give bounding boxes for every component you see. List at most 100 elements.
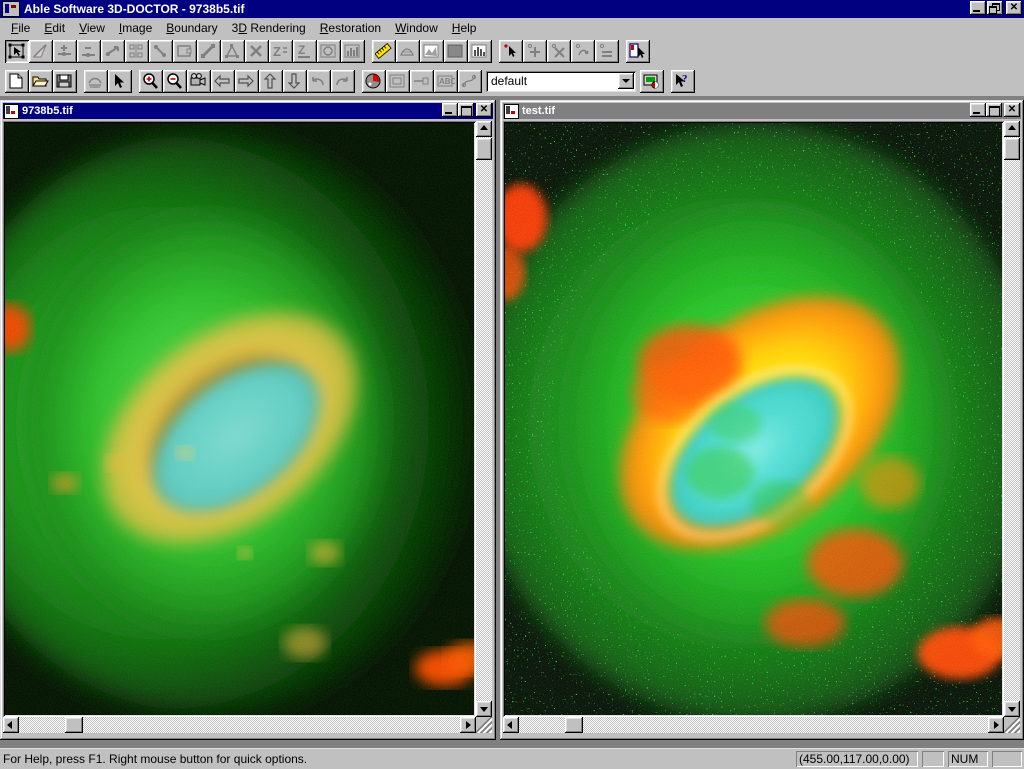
scroll-up-button[interactable] — [476, 121, 492, 137]
menu-boundary[interactable]: Boundary — [159, 19, 224, 37]
app-icon — [2, 1, 20, 17]
redo-button[interactable] — [331, 69, 355, 93]
delete-point-tool[interactable] — [77, 40, 101, 63]
menu-help[interactable]: Help — [445, 19, 484, 37]
child-window-test: test.tif ✕ — [500, 100, 1024, 740]
new-button[interactable] — [5, 69, 29, 93]
resize-grip-9738b5[interactable] — [476, 717, 492, 733]
scroll-up-button[interactable] — [1004, 121, 1020, 137]
status-help-pane: For Help, press F1. Right mouse button f… — [0, 750, 770, 768]
edit-marker-tool[interactable] — [571, 40, 595, 63]
close-button[interactable]: ✕ — [1006, 1, 1022, 15]
child-maximize-button[interactable] — [986, 103, 1002, 117]
z-order-down-tool[interactable]: Z — [293, 40, 317, 63]
z-order-up-tool[interactable]: Z — [269, 40, 293, 63]
menu-3d-rendering[interactable]: 3D Rendering — [225, 19, 313, 37]
boundary-preset-combo[interactable]: default — [486, 70, 636, 92]
plot-tool[interactable] — [468, 40, 492, 63]
move-point-tool[interactable] — [101, 40, 125, 63]
polygon-boundary-tool[interactable] — [221, 40, 245, 63]
next-slice-button[interactable] — [235, 69, 259, 93]
zoom-in-button[interactable] — [139, 69, 163, 93]
vertical-scrollbar-test[interactable] — [1004, 121, 1020, 717]
equal-marker-tool[interactable] — [595, 40, 619, 63]
vertical-scrollbar-9738b5[interactable] — [476, 121, 492, 717]
menu-file[interactable]: File — [4, 19, 37, 37]
animate-button[interactable] — [187, 69, 211, 93]
child-close-button[interactable]: ✕ — [1004, 103, 1020, 117]
context-help-button[interactable]: ? — [671, 69, 695, 93]
scroll-left-button[interactable] — [3, 717, 19, 733]
undo-button[interactable] — [307, 69, 331, 93]
add-marker-tool[interactable] — [523, 40, 547, 63]
combo-value: default — [491, 73, 528, 88]
resize-grip-test[interactable] — [1004, 717, 1020, 733]
horizontal-scrollbar-test[interactable] — [503, 717, 1004, 733]
child-minimize-button[interactable] — [970, 103, 986, 117]
child-window-controls-9738b5: ✕ — [442, 103, 492, 117]
delete-boundary-tool[interactable] — [245, 40, 269, 63]
menu-window[interactable]: Window — [388, 19, 445, 37]
menu-restoration[interactable]: Restoration — [313, 19, 388, 37]
menu-edit[interactable]: Edit — [37, 19, 72, 37]
scroll-down-button[interactable] — [476, 701, 492, 717]
shade-render-tool[interactable] — [444, 40, 468, 63]
arrow-select-button[interactable] — [108, 69, 132, 93]
open-button[interactable] — [29, 69, 53, 93]
pick-point-tool[interactable] — [499, 40, 523, 63]
image-select-tool[interactable] — [626, 40, 650, 63]
vector-edit-button[interactable] — [458, 69, 482, 93]
histogram-tool[interactable] — [341, 40, 365, 63]
main-title-bar: Able Software 3D-DOCTOR - 9738b5.tif ✕ — [0, 0, 1024, 18]
crop-button[interactable] — [386, 69, 410, 93]
horizontal-scroll-thumb[interactable] — [65, 717, 83, 733]
menu-bar: File Edit View Image Boundary 3D Renderi… — [0, 18, 1024, 38]
up-slice-button[interactable] — [259, 69, 283, 93]
status-help-text: For Help, press F1. Right mouse button f… — [3, 752, 308, 766]
image-document-icon — [4, 103, 19, 119]
scroll-right-button[interactable] — [460, 717, 476, 733]
mdi-client-area: 9738b5.tif ✕ test.tif ✕ — [0, 96, 1024, 748]
prev-slice-button[interactable] — [211, 69, 235, 93]
image-canvas-test[interactable] — [503, 121, 1004, 717]
split-boundary-tool[interactable] — [125, 40, 149, 63]
status-bar: For Help, press F1. Right mouse button f… — [0, 748, 1024, 769]
child-close-button[interactable]: ✕ — [476, 103, 492, 117]
image-canvas-9738b5[interactable] — [3, 121, 476, 717]
save-button[interactable] — [53, 69, 77, 93]
volume-render-tool[interactable] — [420, 40, 444, 63]
scroll-left-button[interactable] — [503, 717, 519, 733]
menu-image[interactable]: Image — [112, 19, 159, 37]
boundary-frame-tool[interactable] — [317, 40, 341, 63]
text-annotation-button[interactable]: ABC — [434, 69, 458, 93]
horizontal-scroll-thumb[interactable] — [565, 717, 583, 733]
display-settings-button[interactable] — [640, 69, 664, 93]
threshold-button[interactable] — [410, 69, 434, 93]
surface-render-tool[interactable] — [396, 40, 420, 63]
remove-marker-tool[interactable] — [547, 40, 571, 63]
vertical-scroll-thumb[interactable] — [1004, 138, 1020, 160]
application-window: Able Software 3D-DOCTOR - 9738b5.tif ✕ F… — [0, 0, 1024, 769]
restore-button[interactable] — [987, 1, 1003, 15]
status-coordinates: (455.00,117.00,0.00) — [799, 752, 910, 766]
select-object-tool[interactable] — [5, 40, 29, 63]
chevron-down-icon[interactable] — [618, 72, 634, 89]
scroll-down-button[interactable] — [1004, 701, 1020, 717]
vertical-scroll-thumb[interactable] — [476, 138, 492, 160]
minimize-button[interactable] — [970, 1, 986, 15]
add-point-tool[interactable] — [53, 40, 77, 63]
horizontal-scrollbar-9738b5[interactable] — [3, 717, 476, 733]
merge-boundary-tool[interactable] — [149, 40, 173, 63]
zoom-out-button[interactable] — [163, 69, 187, 93]
line-boundary-tool[interactable] — [197, 40, 221, 63]
child-maximize-button[interactable] — [458, 103, 474, 117]
child-minimize-button[interactable] — [442, 103, 458, 117]
color-palette-button[interactable] — [362, 69, 386, 93]
scroll-right-button[interactable] — [988, 717, 1004, 733]
print-button[interactable] — [84, 69, 108, 93]
rectangle-boundary-tool[interactable] — [173, 40, 197, 63]
down-slice-button[interactable] — [283, 69, 307, 93]
draw-boundary-tool[interactable] — [29, 40, 53, 63]
menu-view[interactable]: View — [72, 19, 112, 37]
measure-tool[interactable] — [372, 40, 396, 63]
